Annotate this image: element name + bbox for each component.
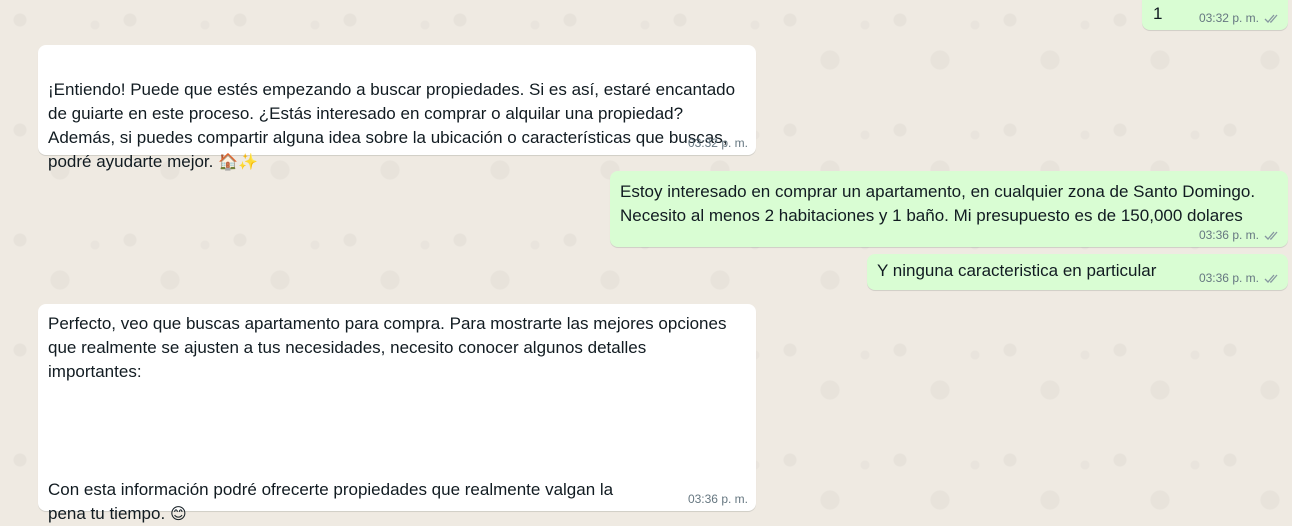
smiling-face-emoji: 😊	[169, 504, 187, 523]
double-check-icon	[1264, 231, 1278, 240]
message-meta: 03:36 p. m.	[688, 492, 748, 506]
message-body: Con esta información podré ofrecerte pro…	[48, 480, 614, 523]
message-text: 1	[1153, 4, 1163, 23]
message-time: 03:36 p. m.	[1198, 271, 1259, 285]
message-time: 03:32 p. m.	[1198, 11, 1259, 25]
double-check-icon	[1264, 14, 1278, 23]
message-meta: 03:36 p. m.	[1199, 228, 1280, 242]
message-text: Y ninguna caracteristica en particular	[877, 261, 1157, 280]
message-outgoing[interactable]: 1 03:32 p. m.	[1142, 0, 1288, 30]
message-text: Perfecto, veo que buscas apartamento par…	[48, 314, 727, 381]
double-check-icon	[1264, 274, 1278, 283]
message-time: 03:32 p. m.	[687, 136, 748, 150]
message-incoming[interactable]: ¡Entiendo! Puede que estés empezando a b…	[38, 45, 756, 171]
message-incoming[interactable]: Perfecto, veo que buscas apartamento par…	[38, 304, 756, 523]
message-outgoing[interactable]: Y ninguna caracteristica en particular 0…	[867, 254, 1288, 290]
message-body: ¡Entiendo! Puede que estés empezando a b…	[48, 80, 736, 171]
message-outgoing[interactable]: Estoy interesado en comprar un apartamen…	[610, 171, 1288, 247]
message-time: 03:36 p. m.	[687, 492, 748, 506]
message-text: ¡Entiendo! Puede que estés empezando a b…	[48, 54, 735, 174]
message-time: 03:36 p. m.	[1198, 228, 1259, 242]
house-sparkles-emoji: 🏠✨	[218, 152, 258, 171]
message-text: Estoy interesado en comprar un apartamen…	[620, 182, 1256, 225]
message-meta: 03:32 p. m.	[688, 136, 748, 150]
message-meta: 03:36 p. m.	[1199, 271, 1280, 285]
message-text-closing: Con esta información podré ofrecerte pro…	[48, 454, 613, 526]
message-meta: 03:32 p. m.	[1199, 11, 1280, 25]
